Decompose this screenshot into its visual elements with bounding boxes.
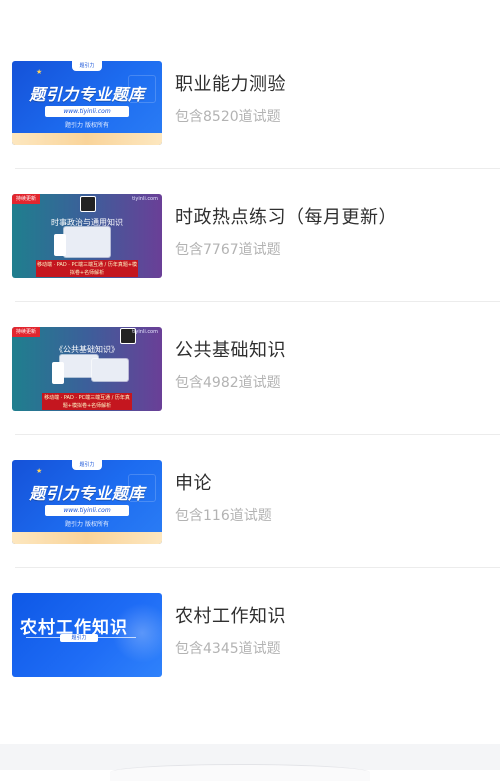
item-title[interactable]: 职业能力测验 bbox=[175, 73, 286, 97]
thumbnail-headline: 题引力专业题库 bbox=[29, 84, 145, 104]
item-title[interactable]: 农村工作知识 bbox=[175, 605, 286, 629]
thumbnail-footer-band bbox=[12, 531, 162, 544]
screenshot-image bbox=[92, 358, 128, 381]
course-thumbnail: ★ 题引力 题引力专业题库 www.tiyinli.com 题引力 版权所有 bbox=[12, 60, 162, 145]
item-title[interactable]: 申论 bbox=[175, 472, 272, 496]
logo-badge: 题引力 bbox=[72, 60, 102, 71]
bottom-panel bbox=[0, 744, 500, 781]
star-icon: ★ bbox=[36, 466, 43, 475]
star-icon: ★ bbox=[36, 67, 43, 76]
list-item[interactable]: 农村工作知识 题引力 农村工作知识 包含4345道试题 bbox=[0, 568, 500, 701]
item-info: 农村工作知识 包含4345道试题 bbox=[175, 605, 286, 659]
item-info: 时政热点练习（每月更新） 包含7767道试题 bbox=[175, 206, 397, 260]
course-thumbnail: 农村工作知识 题引力 bbox=[12, 592, 162, 677]
thumbnail-site: tiyinli.com bbox=[132, 328, 158, 335]
item-info: 申论 包含116道试题 bbox=[175, 472, 272, 526]
phone-image bbox=[52, 361, 64, 384]
thumbnail-note: 题引力 版权所有 bbox=[65, 121, 109, 129]
course-thumbnail: 持续更新 tiyinli.com 时事政治与通用知识 移动端 · PAD · P… bbox=[12, 193, 162, 278]
thumbnail-footer-band bbox=[12, 132, 162, 145]
item-question-count: 包含116道试题 bbox=[175, 507, 272, 524]
update-tag: 持续更新 bbox=[12, 193, 41, 204]
thumbnail-badge: 题引力 bbox=[60, 633, 98, 642]
logo-icon bbox=[80, 195, 96, 212]
course-thumbnail: 持续更新 tiyinli.com 《公共基础知识》 移动端 · PAD · PC… bbox=[12, 326, 162, 411]
list-item[interactable]: 持续更新 tiyinli.com 时事政治与通用知识 移动端 · PAD · P… bbox=[0, 169, 500, 302]
thumbnail-heading: 《公共基础知识》 bbox=[55, 344, 119, 354]
question-bank-list: ★ 题引力 题引力专业题库 www.tiyinli.com 题引力 版权所有 职… bbox=[0, 36, 500, 701]
item-info: 职业能力测验 包含8520道试题 bbox=[175, 73, 286, 127]
item-question-count: 包含4982道试题 bbox=[175, 374, 281, 391]
logo-badge: 题引力 bbox=[72, 459, 102, 470]
thumbnail-url: www.tiyinli.com bbox=[45, 105, 129, 117]
feature-banner: 移动端 · PAD · PC端三端互通 / 历年真题+模拟卷+名师解析 bbox=[36, 259, 138, 277]
phone-image bbox=[54, 233, 66, 256]
thumbnail-site: tiyinli.com bbox=[132, 195, 158, 202]
list-item[interactable]: 持续更新 tiyinli.com 《公共基础知识》 移动端 · PAD · PC… bbox=[0, 302, 500, 435]
item-title[interactable]: 时政热点练习（每月更新） bbox=[175, 206, 397, 230]
thumbnail-note: 题引力 版权所有 bbox=[65, 520, 109, 528]
update-tag: 持续更新 bbox=[12, 326, 41, 337]
list-item[interactable]: ★ 题引力 题引力专业题库 www.tiyinli.com 题引力 版权所有 职… bbox=[0, 36, 500, 169]
item-question-count: 包含8520道试题 bbox=[175, 108, 281, 125]
feature-banner: 移动端 · PAD · PC端三端互通 / 历年真题+模拟卷+名师解析 bbox=[42, 392, 132, 410]
item-question-count: 包含7767道试题 bbox=[175, 241, 281, 258]
thumbnail-headline: 题引力专业题库 bbox=[29, 483, 145, 503]
item-title[interactable]: 公共基础知识 bbox=[175, 339, 286, 363]
screenshot-image bbox=[64, 226, 110, 257]
list-item[interactable]: ★ 题引力 题引力专业题库 www.tiyinli.com 题引力 版权所有 申… bbox=[0, 435, 500, 568]
item-question-count: 包含4345道试题 bbox=[175, 640, 281, 657]
course-thumbnail: ★ 题引力 题引力专业题库 www.tiyinli.com 题引力 版权所有 bbox=[12, 459, 162, 544]
item-info: 公共基础知识 包含4982道试题 bbox=[175, 339, 286, 393]
thumbnail-url: www.tiyinli.com bbox=[45, 504, 129, 516]
panel-curve bbox=[110, 764, 370, 781]
thumbnail-heading: 时事政治与通用知识 bbox=[51, 217, 123, 227]
